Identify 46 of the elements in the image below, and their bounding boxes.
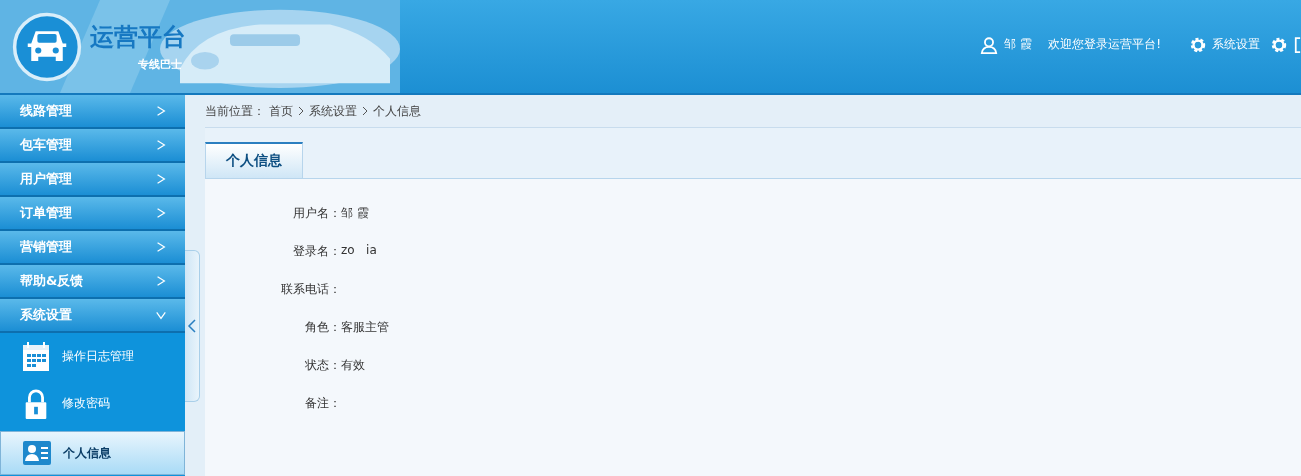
sidebar-item[interactable]: 线路管理	[0, 95, 185, 129]
gear-icon	[1189, 35, 1207, 54]
breadcrumb-link[interactable]: 系统设置	[309, 102, 357, 120]
user-icon	[980, 35, 999, 54]
chevron-right-icon	[155, 173, 167, 185]
breadcrumb-label: 当前位置：	[205, 102, 265, 120]
field-value: 有效	[341, 357, 365, 374]
field-label: 角色：	[304, 319, 341, 336]
sidebar-item[interactable]: 营销管理	[0, 231, 185, 265]
chevron-down-icon	[155, 309, 167, 321]
breadcrumb-link[interactable]: 首页	[269, 102, 293, 120]
sidebar-item[interactable]: 用户管理	[0, 163, 185, 197]
settings-link[interactable]: 系统设置	[1189, 35, 1260, 54]
collapse-handle[interactable]	[185, 249, 200, 402]
sidebar-item[interactable]: 包车管理	[0, 129, 185, 163]
logo-title: 运营平台	[90, 22, 186, 53]
welcome-text: 欢迎您登录运营平台!	[1048, 36, 1161, 53]
breadcrumb-link[interactable]: 个人信息	[373, 102, 421, 120]
sidebar-item[interactable]: 帮助&反馈	[0, 265, 185, 299]
sidebar-item[interactable]: 订单管理	[0, 197, 185, 231]
field-value: zo ia	[341, 243, 377, 259]
tab[interactable]: 个人信息	[205, 142, 303, 178]
field-label: 联系电话：	[280, 281, 341, 298]
chevron-icon	[297, 105, 305, 117]
logo-subtitle: 专线巴士	[138, 57, 183, 72]
chevron-right-icon	[155, 241, 167, 253]
field-label: 备注：	[304, 395, 341, 412]
car-logo-icon	[12, 11, 82, 82]
field-value: 客服主管	[341, 319, 389, 336]
user-name: 邹 霞	[1004, 36, 1033, 53]
settings-icon[interactable]	[1270, 35, 1288, 54]
chevron-right-icon	[155, 139, 167, 151]
exit-icon[interactable]	[1294, 35, 1301, 54]
chevron-icon	[361, 105, 369, 117]
field-label: 状态：	[304, 357, 341, 374]
id-card-icon	[23, 438, 51, 468]
field-value: 邹 霞	[341, 205, 369, 222]
chevron-right-icon	[155, 105, 167, 117]
chevron-right-icon	[155, 207, 167, 219]
sidebar-item[interactable]: 系统设置	[0, 299, 185, 333]
sidebar-subitem[interactable]: 个人信息	[0, 431, 185, 475]
calendar-icon	[22, 341, 50, 372]
chevron-left-icon	[187, 317, 197, 334]
field-label: 登录名：	[292, 243, 341, 260]
field-label: 用户名：	[292, 205, 341, 222]
chevron-right-icon	[155, 275, 167, 287]
